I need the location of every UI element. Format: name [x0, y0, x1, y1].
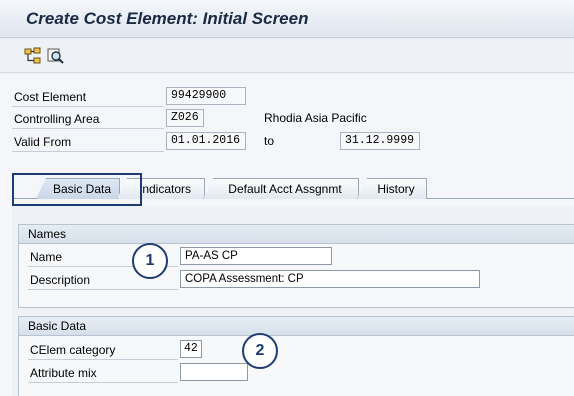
window-title: Create Cost Element: Initial Screen [26, 9, 309, 28]
attribute-mix-label: Attribute mix [28, 364, 178, 383]
celem-category-label: CElem category [28, 341, 178, 360]
hierarchy-icon[interactable] [24, 47, 42, 65]
display-icon[interactable] [46, 47, 64, 65]
application-toolbar [0, 39, 574, 73]
celem-category-field[interactable]: 42 [180, 340, 202, 358]
names-group-title: Names [19, 225, 574, 244]
tab-default-acct-assgnmt[interactable]: Default Acct Assgnmt [203, 178, 359, 199]
tab-basic-data[interactable]: Basic Data [36, 178, 120, 199]
tab-history[interactable]: History [357, 178, 427, 199]
valid-to-label: to [264, 134, 275, 148]
attribute-mix-field[interactable] [180, 363, 248, 381]
basic-data-group-title: Basic Data [19, 317, 574, 336]
description-field[interactable]: COPA Assessment: CP [180, 270, 480, 288]
controlling-area-field[interactable]: Z026 [166, 109, 204, 127]
cost-element-label: Cost Element [12, 88, 164, 107]
valid-from-label: Valid From [12, 133, 164, 152]
controlling-area-text: Rhodia Asia Pacific [264, 111, 367, 125]
callout-1: 1 [132, 243, 168, 279]
valid-from-field[interactable]: 01.01.2016 [166, 132, 246, 150]
tab-indicators[interactable]: Indicators [117, 178, 205, 199]
cost-element-field[interactable]: 99429900 [166, 87, 246, 105]
name-field[interactable]: PA-AS CP [180, 247, 332, 265]
valid-to-field[interactable]: 31.12.9999 [340, 132, 420, 150]
controlling-area-label: Controlling Area [12, 110, 164, 129]
callout-2: 2 [242, 333, 278, 369]
title-bar: Create Cost Element: Initial Screen [0, 0, 574, 38]
